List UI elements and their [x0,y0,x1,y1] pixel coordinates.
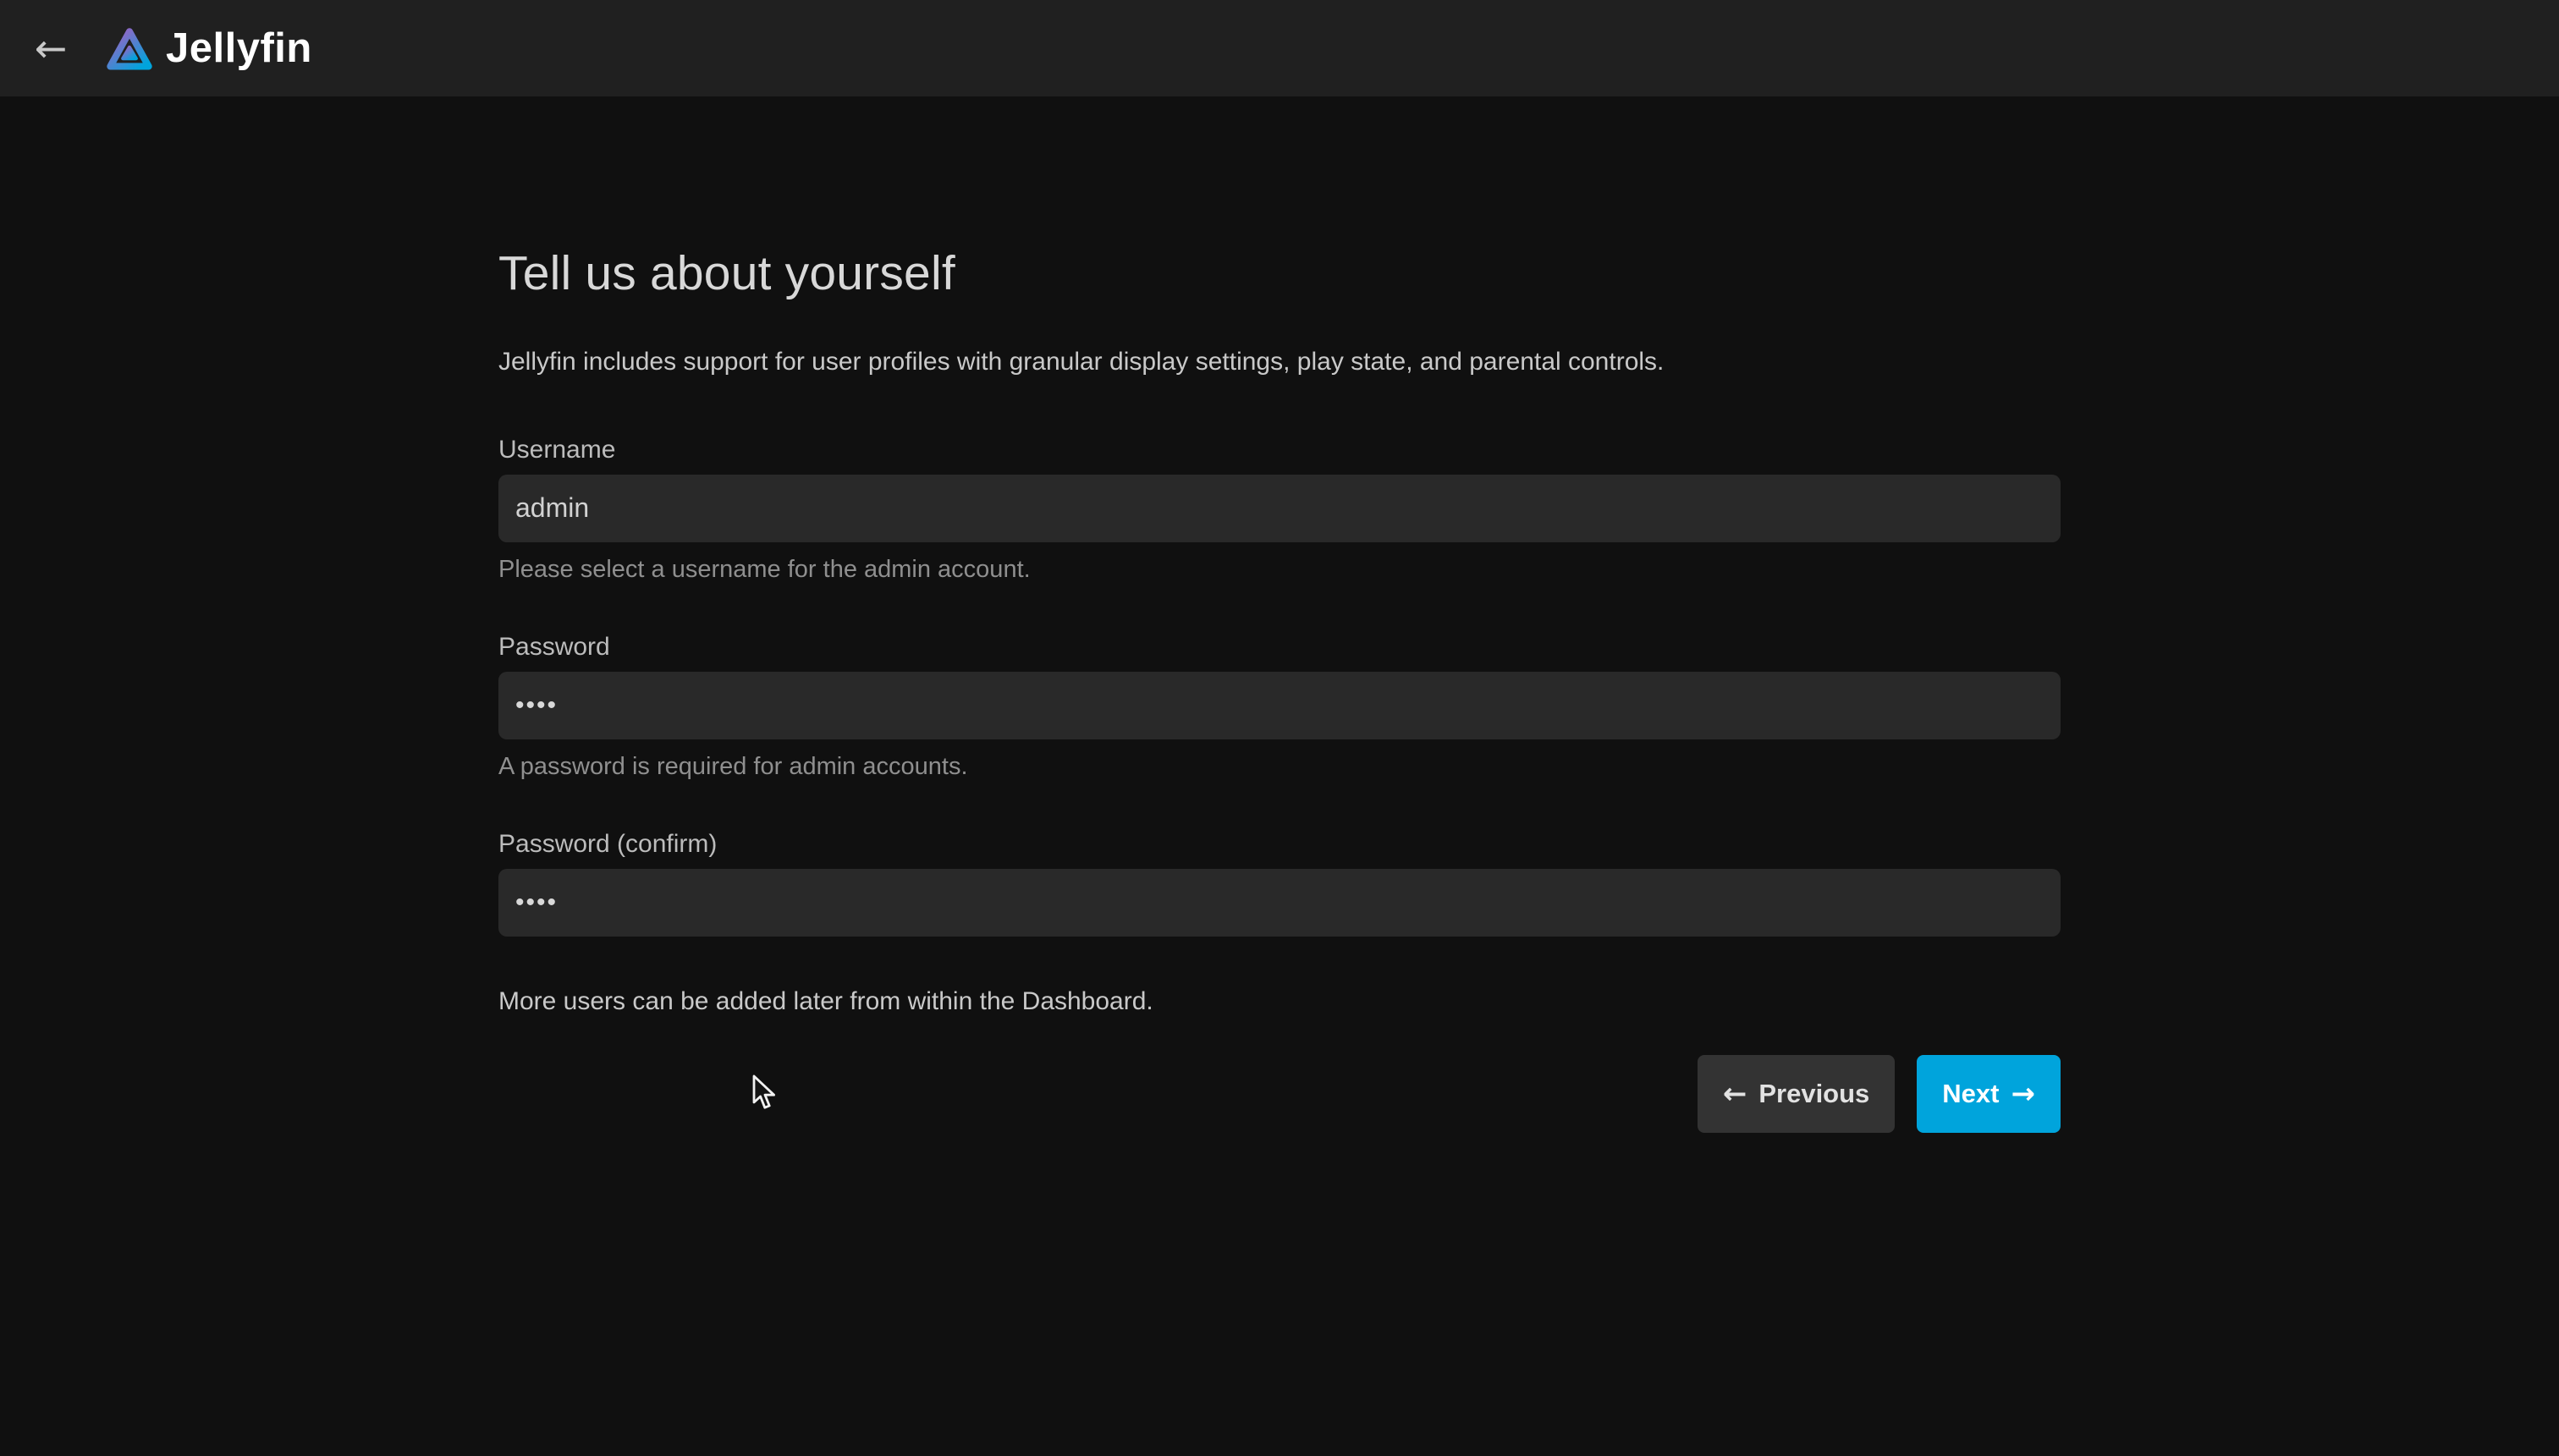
previous-button-label: Previous [1758,1079,1869,1109]
previous-button[interactable]: ← Previous [1698,1055,1895,1133]
next-button[interactable]: Next → [1917,1055,2061,1133]
username-help-text: Please select a username for the admin a… [498,556,2061,584]
username-field-group: Username Please select a username for th… [498,436,2061,584]
mouse-cursor [751,1074,782,1113]
password-input[interactable] [498,672,2061,739]
password-label: Password [498,633,2061,662]
password-confirm-input[interactable] [498,869,2061,937]
password-confirm-label: Password (confirm) [498,830,2061,859]
password-help-text: A password is required for admin account… [498,753,2061,781]
footnote-text: More users can be added later from withi… [498,987,2061,1016]
back-button[interactable]: ← [20,18,81,79]
app-title: Jellyfin [166,25,312,72]
next-button-label: Next [1942,1079,1999,1109]
jellyfin-logo-icon [103,24,156,73]
page-title: Tell us about yourself [498,245,2061,301]
username-input[interactable] [498,475,2061,542]
top-bar: ← Jellyfin [0,0,2559,96]
username-label: Username [498,436,2061,464]
arrow-left-icon: ← [1723,1077,1747,1111]
page-description: Jellyfin includes support for user profi… [498,345,2061,380]
arrow-left-icon: ← [35,25,68,71]
password-confirm-field-group: Password (confirm) [498,830,2061,937]
arrow-right-icon: → [2011,1077,2036,1111]
wizard-button-row: ← Previous Next → [498,1055,2061,1133]
password-field-group: Password A password is required for admi… [498,633,2061,781]
wizard-page: Tell us about yourself Jellyfin includes… [0,96,2061,1133]
app-logo: Jellyfin [103,24,312,73]
